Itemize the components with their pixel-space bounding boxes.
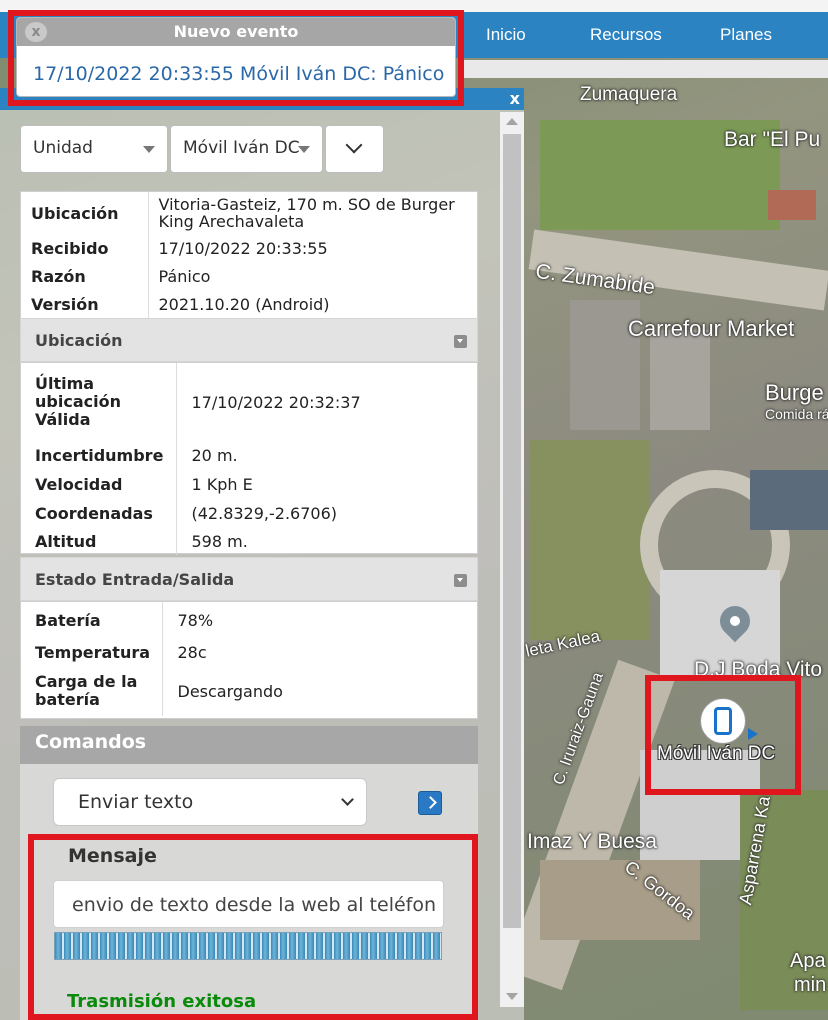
row-value: 2021.10.20 (Android): [158, 294, 330, 314]
row-key: Carga de la batería: [21, 666, 163, 716]
send-command-button[interactable]: [418, 791, 442, 815]
collapse-icon[interactable]: [454, 335, 467, 348]
table-row: Versión 2021.10.20 (Android): [21, 290, 477, 318]
chevron-down-icon: [341, 793, 354, 806]
row-value: 598 m.: [191, 531, 248, 551]
caret-down-icon: [298, 146, 310, 153]
io-section-header[interactable]: Estado Entrada/Salida: [20, 557, 478, 601]
map-label: Comida ráp: [765, 406, 828, 422]
filter-unit-value: Móvil Iván DC: [183, 138, 300, 158]
row-value: 17/10/2022 20:33:55: [158, 238, 328, 258]
highlight-box-message: [28, 834, 478, 1020]
row-value: 28c: [177, 642, 207, 662]
row-value: 17/10/2022 20:32:37: [191, 392, 361, 412]
map-label: Zumaquera: [580, 84, 678, 105]
table-row: Incertidumbre 20 m.: [21, 441, 477, 470]
table-row: Ubicación Vitoria-Gasteiz, 170 m. SO de …: [21, 192, 477, 234]
chevron-down-icon: [345, 136, 363, 154]
table-row: Carga de la batería Descargando: [21, 666, 477, 716]
section-title: Ubicación: [35, 331, 123, 350]
map-label: Bar "El Pu: [724, 128, 821, 151]
row-value: Pánico: [158, 266, 211, 286]
row-value: 1 Kph E: [191, 475, 253, 494]
map-building: [750, 470, 828, 530]
caret-down-icon: [143, 146, 155, 153]
row-key: Última ubicación Válida: [21, 363, 177, 441]
highlight-box-popup: [8, 10, 464, 106]
location-table: Última ubicación Válida 17/10/2022 20:32…: [20, 362, 478, 555]
map-label: Burge: [765, 380, 824, 405]
row-value: Vitoria-Gasteiz, 170 m. SO de Burger Kin…: [158, 195, 455, 231]
row-key: Coordenadas: [21, 499, 177, 527]
map-label: min: [794, 974, 827, 996]
row-value: Descargando: [177, 681, 283, 701]
row-key: Razón: [21, 262, 149, 290]
table-row: Altitud 598 m.: [21, 527, 477, 555]
scrollbar-thumb[interactable]: [503, 134, 521, 928]
row-key: Ubicación: [21, 192, 149, 234]
table-row: Temperatura 28c: [21, 638, 477, 666]
row-key: Recibido: [21, 234, 149, 262]
map-label: Imaz Y Buesa: [527, 830, 657, 853]
map-label: Carrefour Market: [628, 316, 795, 341]
table-row: Recibido 17/10/2022 20:33:55: [21, 234, 477, 262]
scroll-up-arrow-icon[interactable]: [506, 118, 518, 125]
row-key: Versión: [21, 290, 149, 318]
filter-type-select[interactable]: Unidad: [20, 125, 168, 173]
collapse-icon[interactable]: [454, 574, 467, 587]
map-building: [768, 190, 816, 220]
nav-recursos[interactable]: Recursos: [590, 25, 662, 45]
row-key: Incertidumbre: [21, 441, 177, 470]
map-label: Apa: [790, 950, 826, 972]
scroll-down-arrow-icon[interactable]: [506, 993, 518, 1000]
highlight-box-marker: [645, 675, 801, 795]
nav-planes[interactable]: Planes: [720, 25, 772, 45]
nav-underbar: [460, 60, 828, 78]
row-key: Batería: [21, 602, 163, 638]
row-key: Temperatura: [21, 638, 163, 666]
row-key: Velocidad: [21, 470, 177, 499]
map-field: [530, 440, 650, 640]
section-title: Estado Entrada/Salida: [35, 570, 235, 589]
row-key: Altitud: [21, 527, 177, 555]
table-row: Razón Pánico: [21, 262, 477, 290]
close-icon[interactable]: x: [510, 89, 520, 108]
table-row: Velocidad 1 Kph E: [21, 470, 477, 499]
row-value: 78%: [177, 610, 214, 630]
expand-button[interactable]: [325, 125, 384, 173]
command-select[interactable]: Enviar texto: [53, 778, 367, 826]
filter-unit-select[interactable]: Móvil Iván DC: [170, 125, 323, 173]
row-value: 20 m.: [191, 446, 238, 465]
nav-inicio[interactable]: Inicio: [486, 25, 526, 45]
table-row: Coordenadas (42.8329,-2.6706): [21, 499, 477, 527]
table-row: Batería 78%: [21, 602, 477, 638]
commands-header: Comandos: [20, 726, 478, 764]
command-select-value: Enviar texto: [78, 791, 194, 813]
location-section-header[interactable]: Ubicación: [20, 318, 478, 362]
filter-type-value: Unidad: [33, 138, 93, 158]
row-value: (42.8329,-2.6706): [191, 503, 338, 523]
map-building: [650, 330, 710, 430]
io-table: Batería 78% Temperatura 28c Carga de la …: [20, 601, 478, 719]
table-row: Última ubicación Válida 17/10/2022 20:32…: [21, 363, 477, 441]
event-summary-table: Ubicación Vitoria-Gasteiz, 170 m. SO de …: [20, 191, 478, 319]
